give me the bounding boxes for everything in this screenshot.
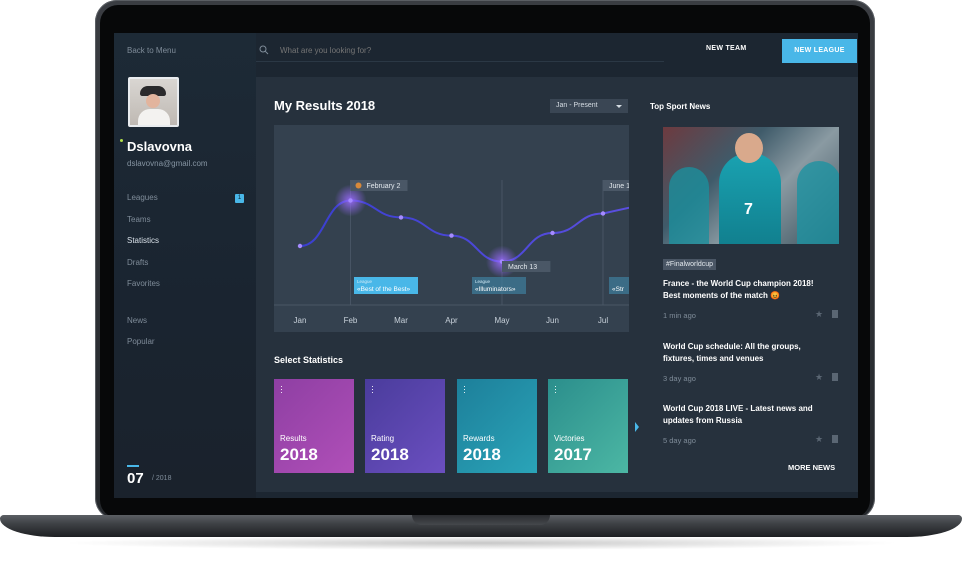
- image-player: [719, 153, 781, 244]
- laptop-shadow: [60, 536, 902, 550]
- star-icon[interactable]: ★: [815, 372, 823, 383]
- sidebar-item-leagues[interactable]: Leagues: [127, 193, 158, 202]
- card-menu-icon[interactable]: · · ·: [371, 382, 374, 397]
- news-headline[interactable]: World Cup schedule: All the groups, fixt…: [663, 341, 833, 365]
- sidebar-item-favorites[interactable]: Favorites: [127, 279, 160, 288]
- news-tag[interactable]: #Finalworldcup: [663, 259, 717, 270]
- image-background-player: [669, 167, 709, 244]
- star-icon[interactable]: ★: [815, 309, 823, 320]
- x-tick-label: Jun: [546, 316, 559, 325]
- stat-card-year: 2018: [463, 445, 501, 464]
- callout-label: «Str: [612, 286, 625, 293]
- avatar-face: [146, 94, 160, 108]
- news-section-title: Top Sport News: [650, 102, 711, 111]
- annotation-label: March 13: [508, 264, 537, 271]
- pager-indicator: [127, 465, 139, 467]
- select-statistics-title: Select Statistics: [274, 355, 344, 365]
- date-range-select[interactable]: Jan - Present: [550, 99, 628, 113]
- sidebar: Back to Menu Dslavovna dslavovna@gmail.c…: [114, 33, 256, 498]
- card-menu-icon[interactable]: · · ·: [554, 382, 557, 397]
- annotation-label: February 2: [367, 183, 401, 190]
- news-time: 5 day ago: [663, 436, 696, 445]
- stat-card-year: 2017: [554, 445, 592, 464]
- news-time: 3 day ago: [663, 374, 696, 383]
- annotation-marker-icon: [355, 182, 362, 189]
- data-point: [348, 198, 353, 203]
- news-image[interactable]: 7: [663, 127, 839, 244]
- angry-emoji-icon: 😡: [770, 291, 781, 300]
- card-menu-icon[interactable]: · · ·: [463, 382, 466, 397]
- date-range-value: Jan - Present: [556, 102, 598, 109]
- news-time: 1 min ago: [663, 311, 696, 320]
- search-underline: [256, 61, 664, 62]
- stat-card-year: 2018: [280, 445, 318, 464]
- laptop-notch: [412, 515, 550, 525]
- callout-label: «Best of the Best»: [357, 286, 411, 293]
- sidebar-item-drafts[interactable]: Drafts: [127, 258, 148, 267]
- data-point: [297, 243, 303, 249]
- x-tick-label: Jul: [597, 316, 609, 325]
- bookmark-icon[interactable]: [832, 310, 838, 318]
- annotation-label: June 1: [609, 183, 629, 190]
- stat-card-year: 2018: [371, 445, 409, 464]
- stat-card-label: Victories: [554, 434, 585, 443]
- new-team-button[interactable]: NEW TEAM: [706, 45, 747, 52]
- user-email: dslavovna@gmail.com: [127, 159, 208, 168]
- user-name: Dslavovna: [127, 139, 193, 154]
- avatar-body: [138, 109, 170, 125]
- data-point: [600, 211, 606, 216]
- callout-caption: League: [357, 279, 373, 284]
- main-panel: My Results 2018 Jan - Present February 2…: [256, 77, 858, 492]
- app-screen: Back to Menu Dslavovna dslavovna@gmail.c…: [114, 33, 858, 498]
- image-player-head: [735, 133, 763, 163]
- x-tick-label: Feb: [343, 316, 358, 325]
- card-menu-icon[interactable]: · · ·: [280, 382, 283, 397]
- stat-card-rewards[interactable]: · · · Rewards 2018: [457, 379, 537, 473]
- search-icon[interactable]: [259, 45, 269, 55]
- pager-total: / 2018: [152, 475, 172, 482]
- stat-card-label: Rewards: [463, 434, 495, 443]
- laptop-mockup: Back to Menu Dslavovna dslavovna@gmail.c…: [0, 0, 962, 561]
- bookmark-icon[interactable]: [832, 373, 838, 381]
- stat-card-victories[interactable]: · · · Victories 2017: [548, 379, 628, 473]
- x-tick-label: Jan: [293, 316, 307, 325]
- back-to-menu-link[interactable]: Back to Menu: [127, 46, 176, 55]
- bookmark-icon[interactable]: [832, 435, 838, 443]
- image-background-player: [797, 161, 839, 244]
- new-league-button[interactable]: NEW LEAGUE: [782, 39, 857, 63]
- sidebar-item-news[interactable]: News: [127, 316, 147, 325]
- pager-current: 07: [127, 470, 144, 487]
- data-point: [398, 215, 404, 220]
- x-tick-label: May: [494, 316, 510, 325]
- x-tick-label: Mar: [394, 316, 408, 325]
- results-chart-svg: February 2 March 13 June 1 League «Best of t…: [274, 180, 629, 306]
- more-news-link[interactable]: MORE NEWS: [788, 463, 835, 472]
- star-icon[interactable]: ★: [815, 434, 823, 445]
- results-chart: February 2 March 13 June 1 League «Best of t…: [274, 125, 629, 332]
- search-input[interactable]: [280, 43, 500, 57]
- chevron-down-icon: [616, 105, 622, 108]
- leagues-count-badge: 1: [235, 194, 244, 203]
- data-point: [449, 233, 454, 238]
- sidebar-item-teams[interactable]: Teams: [127, 215, 151, 224]
- sidebar-item-popular[interactable]: Popular: [127, 337, 155, 346]
- callout-caption: League: [475, 279, 491, 284]
- stat-card-rating[interactable]: · · · Rating 2018: [365, 379, 445, 473]
- avatar[interactable]: [128, 77, 179, 127]
- x-tick-label: Apr: [445, 316, 458, 325]
- stat-card-label: Results: [280, 434, 307, 443]
- callout-label: «Illuminators»: [475, 286, 516, 293]
- data-point: [550, 230, 555, 236]
- news-headline[interactable]: World Cup 2018 LIVE - Latest news and up…: [663, 403, 833, 427]
- news-headline-text: France - the World Cup champion 2018! Be…: [663, 279, 814, 300]
- news-headline[interactable]: France - the World Cup champion 2018! Be…: [663, 278, 833, 302]
- stat-card-results[interactable]: · · · Results 2018: [274, 379, 354, 473]
- sidebar-item-statistics[interactable]: Statistics: [127, 236, 159, 245]
- jersey-number: 7: [744, 201, 753, 218]
- next-arrow-icon[interactable]: [635, 422, 639, 432]
- page-title: My Results 2018: [274, 98, 376, 113]
- online-status-dot: [120, 139, 123, 142]
- stat-card-label: Rating: [371, 434, 395, 443]
